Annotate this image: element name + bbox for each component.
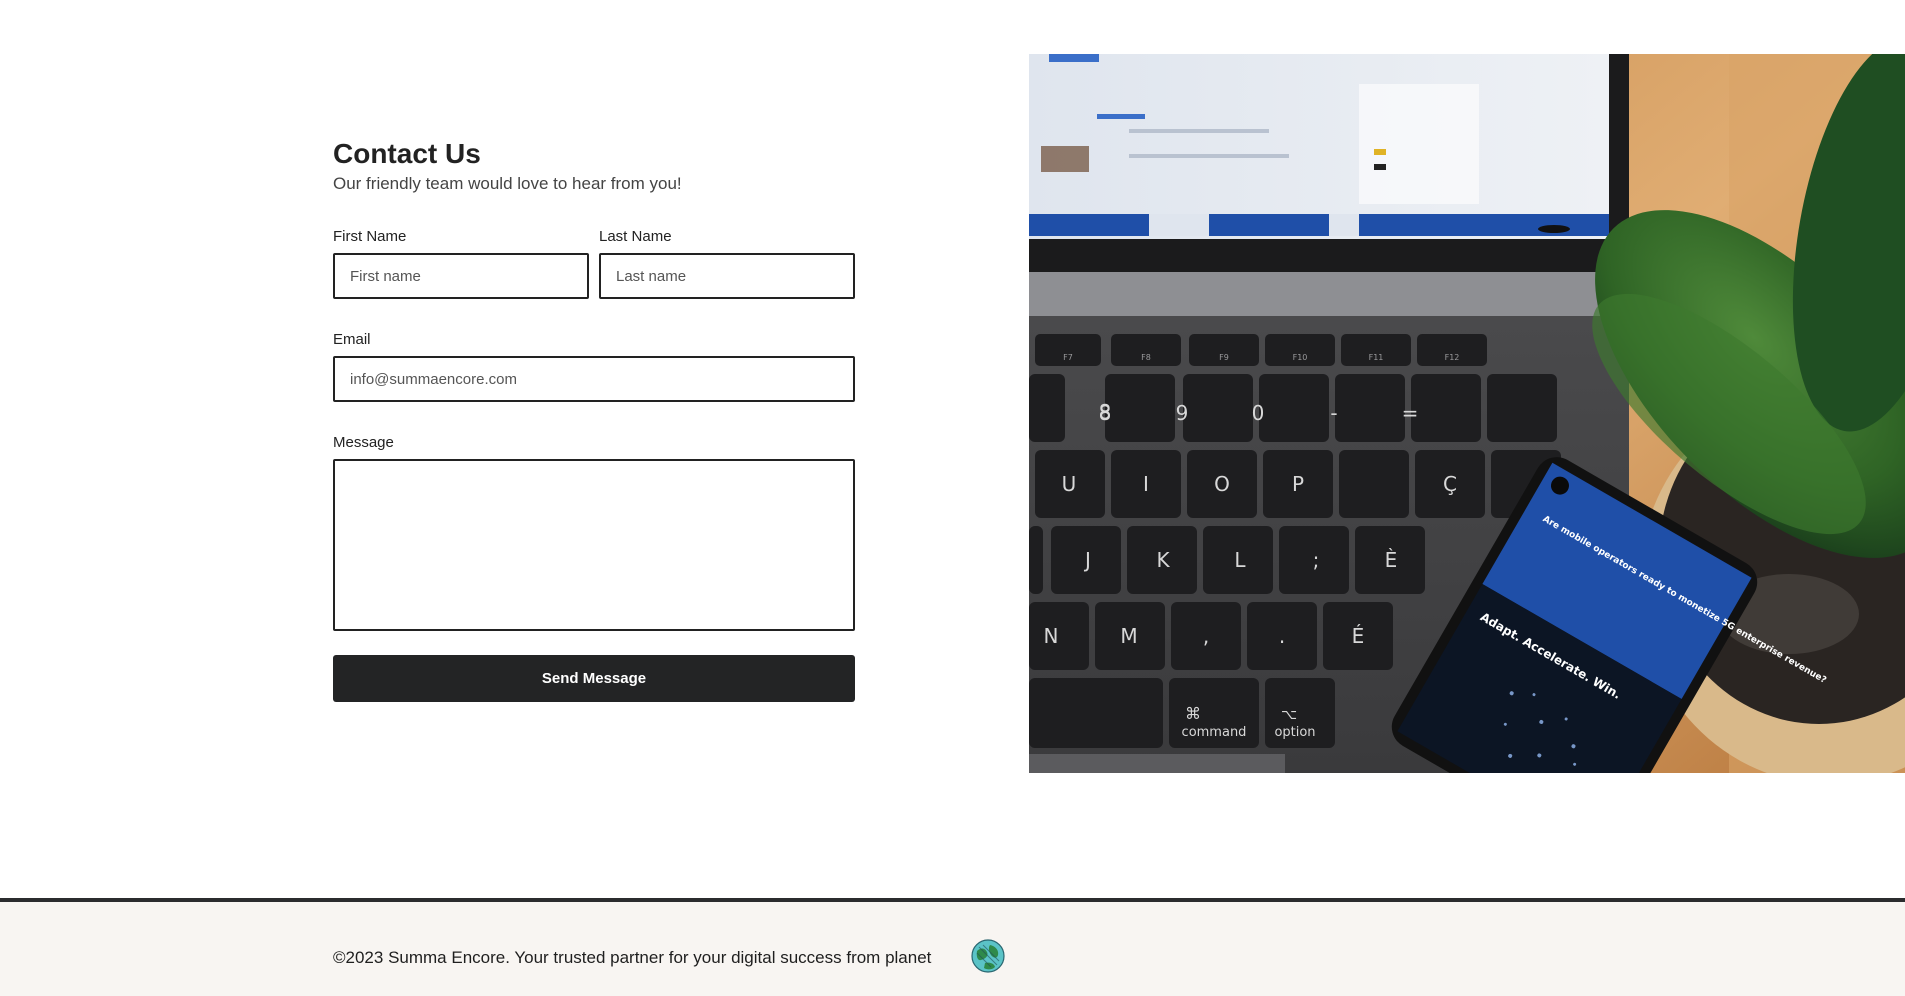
key-e-acute: É [1352, 624, 1365, 648]
email-row: Email [333, 331, 855, 402]
key-0: 0 [1252, 401, 1265, 425]
message-label: Message [333, 434, 394, 451]
name-row: First Name Last Name [333, 228, 855, 299]
first-name-label: First Name [333, 228, 407, 245]
contact-form-section: Contact Us Our friendly team would love … [333, 138, 855, 702]
key-n: N [1044, 624, 1059, 648]
svg-text:⌘: ⌘ [1185, 704, 1201, 723]
key-e-grave: È [1385, 548, 1398, 572]
key-f8: F8 [1141, 353, 1151, 362]
key-f7: F7 [1063, 353, 1073, 362]
last-name-label: Last Name [599, 228, 672, 245]
key-comma: , [1203, 624, 1209, 648]
page-title: Contact Us [333, 138, 481, 169]
laptop-photo-illustration: F7 F8 F9 F10 F11 F12 8 8 9 0 - = U I O P… [1029, 54, 1905, 773]
last-name-field-group: Last Name [599, 228, 855, 299]
footer-copyright: ©2023 Summa Encore. Your trusted partner… [333, 948, 932, 967]
key-f12: F12 [1445, 353, 1460, 362]
message-row: Message [333, 434, 855, 631]
site-footer: ©2023 Summa Encore. Your trusted partner… [0, 898, 1905, 996]
email-label: Email [333, 331, 371, 348]
key-semicolon: ; [1313, 548, 1320, 572]
key-u: U [1062, 472, 1077, 496]
key-command: command [1182, 725, 1247, 740]
first-name-field-group: First Name [333, 228, 589, 299]
key-c-cedilla: Ç [1443, 472, 1457, 496]
send-message-button[interactable]: Send Message [333, 655, 855, 702]
key-o: O [1214, 472, 1230, 496]
page-subtitle: Our friendly team would love to hear fro… [333, 174, 682, 193]
key-equals: = [1402, 401, 1419, 425]
key-k: K [1156, 548, 1170, 572]
key-f9: F9 [1219, 353, 1229, 362]
last-name-input[interactable] [599, 253, 855, 299]
key-period: . [1279, 624, 1285, 648]
key-l: L [1234, 548, 1246, 572]
key-p: P [1292, 472, 1304, 496]
key-minus: - [1330, 401, 1337, 425]
first-name-input[interactable] [333, 253, 589, 299]
key-option: option [1274, 725, 1315, 740]
key-9: 9 [1176, 401, 1189, 425]
svg-text:⌥: ⌥ [1281, 707, 1297, 723]
message-field-group: Message [333, 434, 855, 631]
key-f11: F11 [1369, 353, 1384, 362]
email-input[interactable] [333, 356, 855, 402]
key-i: I [1143, 472, 1149, 496]
email-field-group: Email [333, 331, 855, 402]
key-f10: F10 [1293, 353, 1308, 362]
laptop-photo: F7 F8 F9 F10 F11 F12 8 8 9 0 - = U I O P… [1029, 54, 1905, 773]
message-textarea[interactable] [333, 459, 855, 631]
planet-earth-icon [971, 939, 1005, 973]
key-8: 8 [1099, 401, 1112, 425]
key-j: J [1083, 548, 1091, 572]
key-m: M [1120, 624, 1137, 648]
